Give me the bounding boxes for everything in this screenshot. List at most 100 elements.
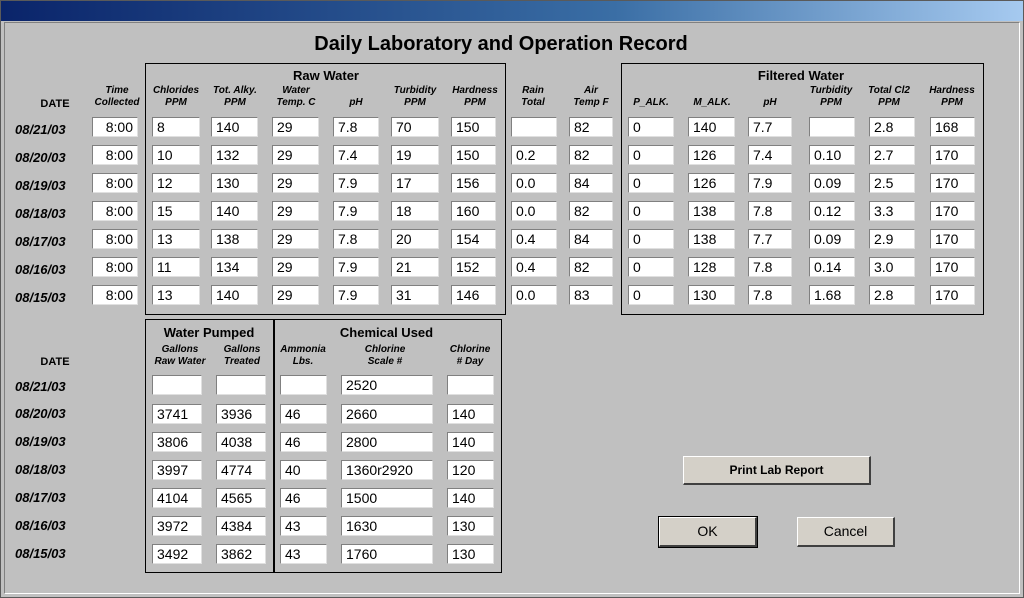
reading-field[interactable]: 152 [451, 257, 496, 277]
reading-field[interactable]: 7.8 [748, 285, 792, 305]
reading-field[interactable]: 4565 [216, 488, 266, 508]
reading-field[interactable]: 2.8 [869, 117, 915, 137]
reading-field[interactable]: 160 [451, 201, 496, 221]
reading-field[interactable]: 138 [688, 201, 735, 221]
reading-field[interactable] [511, 117, 557, 137]
reading-field[interactable]: 130 [688, 285, 735, 305]
reading-field[interactable]: 3.0 [869, 257, 915, 277]
reading-field[interactable]: 2.8 [869, 285, 915, 305]
reading-field[interactable]: 0 [628, 117, 674, 137]
reading-field[interactable]: 7.9 [333, 173, 379, 193]
ok-button[interactable]: OK [658, 516, 758, 548]
reading-field[interactable]: 83 [569, 285, 613, 305]
reading-field[interactable] [447, 375, 494, 395]
reading-field[interactable]: 170 [930, 201, 975, 221]
title-bar[interactable] [1, 1, 1023, 21]
reading-field[interactable]: 170 [930, 257, 975, 277]
reading-field[interactable]: 8:00 [92, 229, 138, 249]
reading-field[interactable] [216, 375, 266, 395]
reading-field[interactable]: 132 [211, 145, 258, 165]
reading-field[interactable]: 18 [391, 201, 439, 221]
reading-field[interactable]: 17 [391, 173, 439, 193]
reading-field[interactable]: 29 [272, 145, 319, 165]
reading-field[interactable]: 0 [628, 285, 674, 305]
reading-field[interactable]: 3972 [152, 516, 202, 536]
reading-field[interactable]: 0.09 [809, 229, 855, 249]
reading-field[interactable]: 1630 [341, 516, 433, 536]
reading-field[interactable]: 0.14 [809, 257, 855, 277]
reading-field[interactable]: 2800 [341, 432, 433, 452]
print-lab-report-button[interactable]: Print Lab Report [683, 456, 871, 485]
reading-field[interactable]: 46 [280, 404, 327, 424]
reading-field[interactable]: 84 [569, 173, 613, 193]
reading-field[interactable] [280, 375, 327, 395]
reading-field[interactable]: 3997 [152, 460, 202, 480]
reading-field[interactable]: 2520 [341, 375, 433, 395]
reading-field[interactable]: 0.12 [809, 201, 855, 221]
reading-field[interactable]: 29 [272, 117, 319, 137]
reading-field[interactable]: 15 [152, 201, 200, 221]
reading-field[interactable]: 128 [688, 257, 735, 277]
reading-field[interactable] [809, 117, 855, 137]
reading-field[interactable]: 0.2 [511, 145, 557, 165]
reading-field[interactable]: 156 [451, 173, 496, 193]
reading-field[interactable]: 4038 [216, 432, 266, 452]
reading-field[interactable]: 130 [447, 516, 494, 536]
reading-field[interactable]: 130 [211, 173, 258, 193]
reading-field[interactable]: 29 [272, 201, 319, 221]
reading-field[interactable]: 3936 [216, 404, 266, 424]
reading-field[interactable]: 82 [569, 145, 613, 165]
reading-field[interactable]: 0.0 [511, 285, 557, 305]
reading-field[interactable]: 7.9 [333, 257, 379, 277]
reading-field[interactable]: 4774 [216, 460, 266, 480]
reading-field[interactable]: 7.7 [748, 117, 792, 137]
reading-field[interactable]: 8 [152, 117, 200, 137]
reading-field[interactable]: 2660 [341, 404, 433, 424]
reading-field[interactable]: 170 [930, 229, 975, 249]
reading-field[interactable]: 82 [569, 117, 613, 137]
reading-field[interactable]: 134 [211, 257, 258, 277]
cancel-button[interactable]: Cancel [797, 517, 895, 547]
reading-field[interactable]: 0.0 [511, 201, 557, 221]
reading-field[interactable] [152, 375, 202, 395]
reading-field[interactable]: 8:00 [92, 201, 138, 221]
reading-field[interactable]: 13 [152, 285, 200, 305]
reading-field[interactable]: 7.8 [333, 229, 379, 249]
reading-field[interactable]: 146 [451, 285, 496, 305]
reading-field[interactable]: 140 [211, 117, 258, 137]
reading-field[interactable]: 10 [152, 145, 200, 165]
reading-field[interactable]: 8:00 [92, 285, 138, 305]
reading-field[interactable]: 138 [688, 229, 735, 249]
reading-field[interactable]: 20 [391, 229, 439, 249]
reading-field[interactable]: 2.5 [869, 173, 915, 193]
reading-field[interactable]: 140 [211, 285, 258, 305]
reading-field[interactable]: 8:00 [92, 173, 138, 193]
reading-field[interactable]: 3492 [152, 544, 202, 564]
reading-field[interactable]: 43 [280, 516, 327, 536]
reading-field[interactable]: 1760 [341, 544, 433, 564]
reading-field[interactable]: 7.7 [748, 229, 792, 249]
reading-field[interactable]: 7.8 [333, 117, 379, 137]
reading-field[interactable]: 126 [688, 145, 735, 165]
reading-field[interactable]: 0.4 [511, 257, 557, 277]
reading-field[interactable]: 46 [280, 432, 327, 452]
reading-field[interactable]: 29 [272, 173, 319, 193]
reading-field[interactable]: 8:00 [92, 257, 138, 277]
reading-field[interactable]: 3862 [216, 544, 266, 564]
reading-field[interactable]: 29 [272, 285, 319, 305]
reading-field[interactable]: 130 [447, 544, 494, 564]
reading-field[interactable]: 0 [628, 201, 674, 221]
reading-field[interactable]: 40 [280, 460, 327, 480]
reading-field[interactable]: 46 [280, 488, 327, 508]
reading-field[interactable]: 138 [211, 229, 258, 249]
reading-field[interactable]: 140 [447, 488, 494, 508]
reading-field[interactable]: 0 [628, 257, 674, 277]
reading-field[interactable]: 29 [272, 229, 319, 249]
reading-field[interactable]: 0.10 [809, 145, 855, 165]
reading-field[interactable]: 3.3 [869, 201, 915, 221]
reading-field[interactable]: 70 [391, 117, 439, 137]
reading-field[interactable]: 82 [569, 257, 613, 277]
reading-field[interactable]: 168 [930, 117, 975, 137]
reading-field[interactable]: 0.4 [511, 229, 557, 249]
reading-field[interactable]: 0 [628, 173, 674, 193]
